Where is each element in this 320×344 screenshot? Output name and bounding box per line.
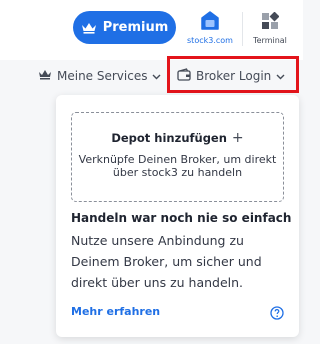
terminal-grid-icon xyxy=(260,10,280,32)
highlight-box xyxy=(167,56,299,93)
services-menu[interactable]: Meine Services xyxy=(38,64,161,88)
divider xyxy=(242,12,243,46)
chevron-down-icon xyxy=(152,69,161,83)
promo-text: Nutze unsere Anbindung zu Deinem Broker,… xyxy=(71,233,262,290)
premium-button[interactable]: Premium xyxy=(73,11,176,44)
broker-login-dropdown: Depot hinzufügen + Verknüpfe Deinen Brok… xyxy=(56,95,299,337)
add-depot-title-text: Depot hinzufügen xyxy=(111,131,227,145)
stock3-house-icon xyxy=(200,10,220,32)
crown-icon xyxy=(81,22,97,34)
top-bar: Premium stock3.com Terminal xyxy=(0,0,303,60)
add-depot-title: Depot hinzufügen + xyxy=(72,131,283,145)
app-tile-terminal[interactable]: Terminal xyxy=(246,10,294,50)
app-tile-label: Terminal xyxy=(253,36,287,45)
crown-icon xyxy=(38,69,52,83)
promo-heading: Handeln war noch nie so einfach xyxy=(71,211,292,225)
learn-more-link[interactable]: Mehr erfahren xyxy=(71,305,160,318)
plus-icon: + xyxy=(231,130,244,146)
app-tile-stock3[interactable]: stock3.com xyxy=(186,10,234,50)
add-depot-card[interactable]: Depot hinzufügen + Verknüpfe Deinen Brok… xyxy=(71,112,284,202)
add-depot-description: Verknüpfe Deinen Broker, um direkt über … xyxy=(78,153,277,179)
premium-label: Premium xyxy=(102,20,169,35)
help-icon[interactable] xyxy=(270,305,284,320)
services-label: Meine Services xyxy=(57,69,148,83)
app-tile-label: stock3.com xyxy=(187,36,233,45)
